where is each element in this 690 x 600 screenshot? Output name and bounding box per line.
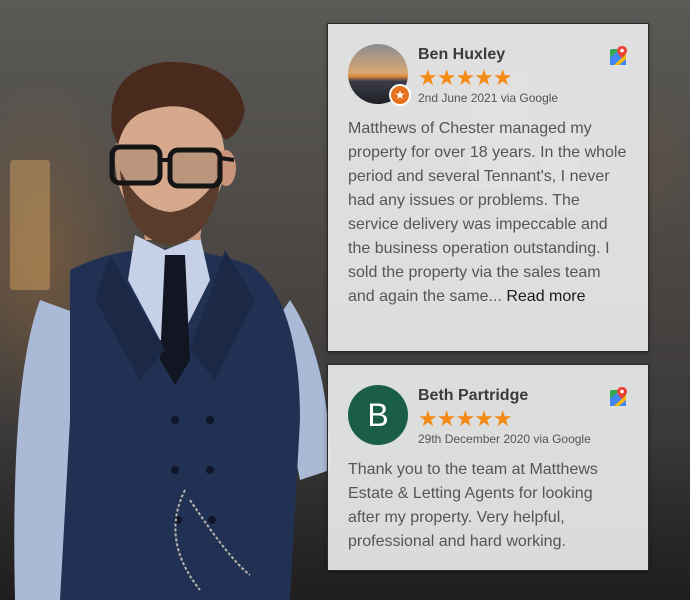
review-header: B Beth Partridge ★★★★★ 29th December 202… — [348, 385, 628, 446]
reviewer-avatar[interactable]: ★ — [348, 44, 411, 106]
review-body: Matthews of Chester managed my property … — [348, 120, 627, 305]
review-meta: Beth Partridge ★★★★★ 29th December 2020 … — [418, 385, 591, 446]
read-more-link[interactable]: Read more — [506, 288, 585, 305]
review-date: 2nd June 2021 via Google — [418, 91, 559, 105]
review-card: B Beth Partridge ★★★★★ 29th December 202… — [327, 364, 649, 571]
review-date: 29th December 2020 via Google — [418, 432, 591, 446]
review-text: Thank you to the team at Matthews Estate… — [348, 458, 628, 554]
star-rating: ★★★★★ — [418, 406, 513, 431]
review-header: ★ Ben Huxley ★★★★★ 2nd June 2021 via Goo… — [348, 44, 628, 106]
reviewer-name[interactable]: Ben Huxley — [418, 45, 558, 65]
google-maps-icon[interactable] — [610, 46, 628, 66]
review-text: Matthews of Chester managed my property … — [348, 117, 628, 309]
review-meta: Ben Huxley ★★★★★ 2nd June 2021 via Googl… — [418, 44, 558, 105]
reviewer-name[interactable]: Beth Partridge — [418, 386, 591, 406]
local-guide-badge-icon: ★ — [389, 84, 411, 106]
avatar-initial: B — [348, 385, 408, 445]
reviewer-avatar[interactable]: B — [348, 385, 408, 445]
review-card: ★ Ben Huxley ★★★★★ 2nd June 2021 via Goo… — [327, 23, 649, 352]
star-rating: ★★★★★ — [418, 65, 513, 90]
google-maps-icon[interactable] — [610, 387, 628, 407]
man-photo — [14, 61, 330, 600]
review-body: Thank you to the team at Matthews Estate… — [348, 461, 598, 550]
